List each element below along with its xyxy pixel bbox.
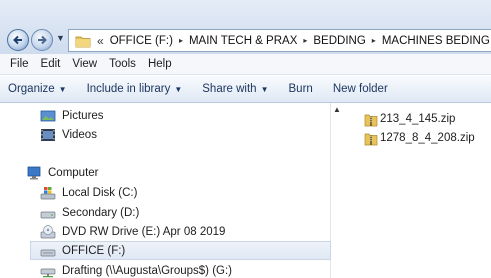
back-button[interactable] [7,29,29,51]
breadcrumb-separator-icon[interactable]: ▸ [179,36,183,45]
zip-folder-icon [364,114,378,126]
burn-button[interactable]: Burn [289,83,313,95]
nav-item-office[interactable]: OFFICE (F:) [30,241,331,260]
address-bar[interactable]: « OFFICE (F:) ▸ MAIN TECH & PRAX ▸ BEDDI… [68,29,491,52]
chevron-down-icon: ▼ [58,85,67,94]
nav-label-pictures: Pictures [62,109,104,122]
chevron-down-icon: ▼ [260,85,269,94]
videos-icon [41,128,55,141]
new-folder-button[interactable]: New folder [333,83,388,95]
nav-item-dvd[interactable]: DVD RW Drive (E:) Apr 08 2019 [40,222,225,241]
breadcrumb-separator-icon[interactable]: ▸ [372,36,376,45]
breadcrumb-separator-icon[interactable]: ▸ [303,36,307,45]
arrow-right-icon [38,35,47,45]
arrow-left-icon [13,35,22,45]
command-bar: Organize ▼ Include in library ▼ Share with… [0,76,491,103]
breadcrumb-main-tech[interactable]: MAIN TECH & PRAX [189,35,297,47]
nav-label-local-disk: Local Disk (C:) [62,186,138,199]
breadcrumb-office[interactable]: OFFICE (F:) [110,35,173,47]
folder-icon [75,36,91,47]
nav-item-videos[interactable]: Videos [40,125,97,144]
nav-item-local-disk[interactable]: Local Disk (C:) [40,183,137,202]
menu-view[interactable]: View [68,58,105,70]
breadcrumb-machines-beding[interactable]: MACHINES BEDING [382,35,490,47]
nav-label-drafting: Drafting (\\Augusta\Groups$) (G:) [62,264,233,277]
menu-help[interactable]: Help [144,58,180,70]
dvd-drive-icon [40,224,56,238]
share-with-button[interactable]: Share with ▼ [202,83,268,95]
nav-item-secondary[interactable]: Secondary (D:) [40,203,139,222]
hard-drive-icon [40,211,56,218]
file-list: 213_4_145.zip 1278_8_4_208.zip [344,103,491,278]
include-label: Include in library [86,83,171,95]
address-area: ▼ « OFFICE (F:) ▸ MAIN TECH & PRAX ▸ BED… [0,0,491,54]
file-item[interactable]: 1278_8_4_208.zip [364,129,475,147]
breadcrumb-bedding[interactable]: BEDDING [313,35,365,47]
file-item[interactable]: 213_4_145.zip [364,110,455,128]
nav-item-pictures[interactable]: Pictures [40,106,104,125]
scroll-up-arrow[interactable]: ▲ [331,103,343,117]
include-in-library-button[interactable]: Include in library ▼ [87,83,183,95]
usb-drive-icon [40,249,56,256]
nav-label-office: OFFICE (F:) [62,244,126,257]
windows-drive-icon [40,186,56,199]
chevron-down-icon: ▼ [174,85,183,94]
navigation-pane: Pictures Videos Computer Local Disk (C:)… [0,103,331,278]
file-name: 213_4_145.zip [380,113,456,125]
computer-icon [27,166,41,179]
organize-button[interactable]: Organize ▼ [8,83,67,95]
share-label: Share with [202,83,257,95]
nav-label-videos: Videos [62,128,97,141]
menu-bar: File Edit View Tools Help [0,54,491,75]
nav-item-computer[interactable]: Computer [26,163,99,182]
menu-file[interactable]: File [6,58,37,70]
pictures-icon [40,110,56,121]
organize-label: Organize [8,83,55,95]
menu-edit[interactable]: Edit [37,58,69,70]
nav-item-drafting[interactable]: Drafting (\\Augusta\Groups$) (G:) [40,261,232,278]
zip-folder-icon [364,133,378,145]
menu-tools[interactable]: Tools [105,58,144,70]
address-overflow-icon[interactable]: « [97,34,104,48]
forward-button[interactable] [31,29,53,51]
nav-label-secondary: Secondary (D:) [62,206,140,219]
nav-label-dvd: DVD RW Drive (E:) Apr 08 2019 [62,225,226,238]
network-drive-icon [40,268,56,277]
recent-pages-dropdown[interactable]: ▼ [56,33,66,47]
file-name: 1278_8_4_208.zip [380,132,475,144]
nav-label-computer: Computer [48,166,99,179]
